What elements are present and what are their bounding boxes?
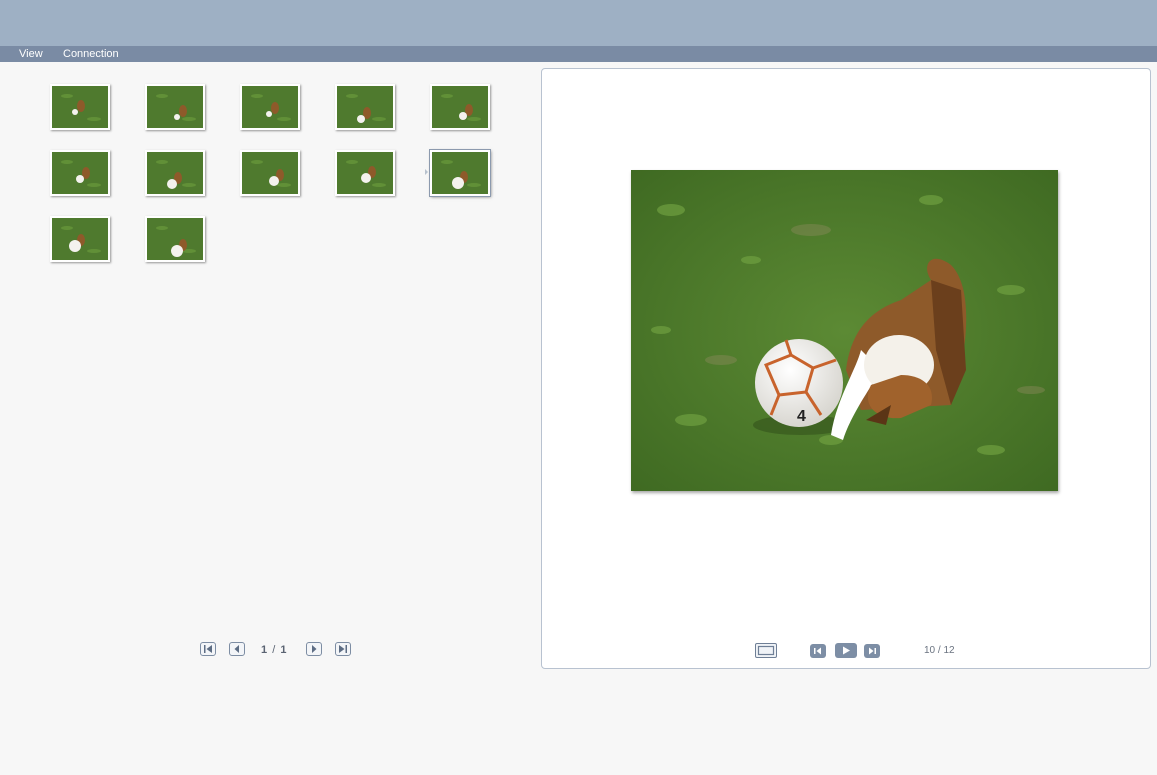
thumbnail-image — [52, 86, 108, 128]
menu-view[interactable]: View — [19, 47, 43, 61]
fit-screen-icon — [757, 645, 775, 656]
thumbnail-5[interactable] — [430, 84, 490, 130]
thumbnail-4[interactable] — [335, 84, 395, 130]
thumbnail-9[interactable] — [335, 150, 395, 196]
thumbnail-7[interactable] — [145, 150, 205, 196]
puppy-photo-image: 4 — [631, 170, 1058, 491]
thumbnail-10[interactable] — [429, 149, 491, 197]
thumbnail-image — [52, 218, 108, 260]
thumbnail-image — [147, 86, 203, 128]
pager-text: 1 / 1 — [261, 644, 287, 656]
main-photo[interactable]: 4 — [631, 170, 1058, 491]
menu-connection[interactable]: Connection — [63, 47, 119, 61]
play-icon — [843, 646, 850, 655]
thumbnail-image — [52, 152, 108, 194]
thumbnail-3[interactable] — [240, 84, 300, 130]
title-band — [0, 0, 1157, 46]
thumbnail-image — [147, 218, 203, 260]
thumbnail-1[interactable] — [50, 84, 110, 130]
thumbnail-11[interactable] — [50, 216, 110, 262]
selection-marker-icon — [425, 169, 428, 175]
thumbnail-image — [242, 86, 298, 128]
play-button[interactable] — [835, 643, 857, 658]
thumbnail-image — [432, 86, 488, 128]
fit-screen-button[interactable] — [755, 643, 777, 658]
first-page-icon — [204, 645, 212, 653]
thumbnail-2[interactable] — [145, 84, 205, 130]
thumbnail-image — [337, 152, 393, 194]
menu-bar: View Connection — [0, 46, 1157, 62]
image-counter: 10 / 12 — [924, 645, 955, 656]
pager-separator: / — [272, 644, 277, 656]
next-image-icon — [869, 647, 876, 655]
ball-number-text: 4 — [797, 408, 806, 425]
thumbnail-image — [242, 152, 298, 194]
thumbnail-8[interactable] — [240, 150, 300, 196]
thumbnail-12[interactable] — [145, 216, 205, 262]
thumbnail-pane: 1 / 1 — [0, 62, 536, 775]
prev-page-icon — [234, 645, 239, 653]
next-page-icon — [312, 645, 317, 653]
prev-image-icon — [814, 647, 821, 655]
next-image-button[interactable] — [864, 644, 880, 658]
last-page-button[interactable] — [335, 642, 351, 656]
image-viewer: 4 10 / 12 — [541, 68, 1151, 669]
thumbnail-6[interactable] — [50, 150, 110, 196]
thumbnail-image — [337, 86, 393, 128]
last-page-icon — [339, 645, 347, 653]
prev-page-button[interactable] — [229, 642, 245, 656]
pager-total: 1 — [280, 644, 288, 656]
prev-image-button[interactable] — [810, 644, 826, 658]
pager-current: 1 — [261, 644, 269, 656]
first-page-button[interactable] — [200, 642, 216, 656]
thumbnail-image — [432, 152, 488, 194]
next-page-button[interactable] — [306, 642, 322, 656]
thumbnail-image — [147, 152, 203, 194]
